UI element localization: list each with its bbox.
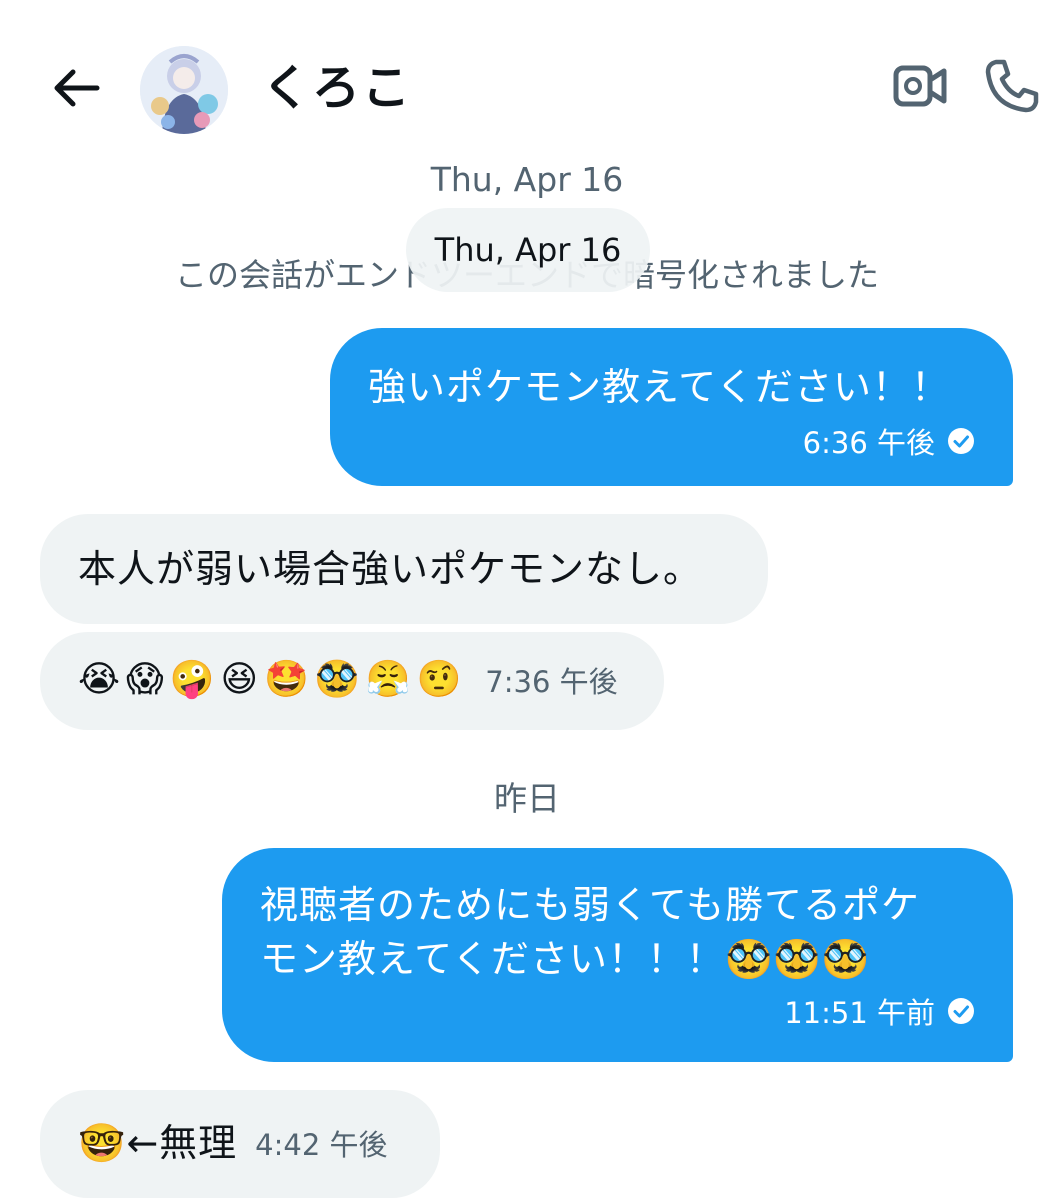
arrow-left-icon [54, 69, 100, 107]
sent-message-bubble[interactable]: 視聴者のためにも弱くても勝てるポケ モン教えてください！！！🥸🥸🥸 11:51 … [222, 848, 1013, 1062]
video-call-button[interactable] [888, 54, 952, 118]
conversation-header: くろこ [0, 0, 1054, 160]
emoji: 🤩 [263, 659, 309, 700]
read-check-icon [948, 998, 974, 1024]
received-message-bubble[interactable]: 本人が弱い場合強いポケモンなし。 [40, 514, 768, 624]
message-text-line-2: モン教えてください！！！🥸🥸🥸 [260, 937, 870, 981]
message-time: 4:42 午後 [255, 1128, 388, 1162]
message-row: 🤓←無理 4:42 午後 [78, 1116, 402, 1170]
back-button[interactable] [44, 56, 108, 120]
emoji: 🥸 [314, 659, 360, 700]
date-separator: Thu, Apr 16 [430, 160, 624, 199]
message-time: 7:36 午後 [485, 665, 618, 699]
phone-call-button[interactable] [980, 54, 1044, 118]
received-message-bubble[interactable]: 😭 😱 🤪 😆 🤩 🥸 😤 🤨 7:36 午後 [40, 632, 664, 730]
sent-message-bubble[interactable]: 強いポケモン教えてください！！ 6:36 午後 [330, 328, 1013, 486]
emoji: 🤪 [169, 659, 215, 700]
phone-icon [985, 59, 1039, 113]
message-text: 強いポケモン教えてください！！ [368, 365, 950, 409]
message-meta: 6:36 午後 [368, 420, 975, 462]
received-message-bubble[interactable]: 🤓←無理 4:42 午後 [40, 1090, 440, 1198]
emoji: 😤 [365, 659, 411, 700]
sticky-date-pill: Thu, Apr 16 [406, 208, 650, 292]
message-time: 6:36 午後 [802, 426, 935, 460]
message-text-line-1: 視聴者のためにも弱くても勝てるポケ [260, 883, 920, 927]
emoji: 😭 [78, 659, 121, 700]
message-time: 11:51 午前 [784, 996, 935, 1030]
emoji: 😆 [220, 659, 258, 700]
video-call-icon [893, 65, 947, 107]
emoji: 🤨 [416, 659, 462, 700]
message-text: 本人が弱い場合強いポケモンなし。 [78, 547, 703, 591]
emoji-row: 😭 😱 🤪 😆 🤩 🥸 😤 🤨 7:36 午後 [78, 658, 626, 702]
message-meta: 11:51 午前 [260, 990, 975, 1032]
contact-name[interactable]: くろこ [262, 58, 412, 118]
message-text: 🤓←無理 [78, 1121, 238, 1165]
emoji: 😱 [126, 659, 164, 700]
date-separator: 昨日 [494, 779, 560, 818]
read-check-icon [948, 428, 974, 454]
avatar[interactable] [140, 46, 228, 134]
